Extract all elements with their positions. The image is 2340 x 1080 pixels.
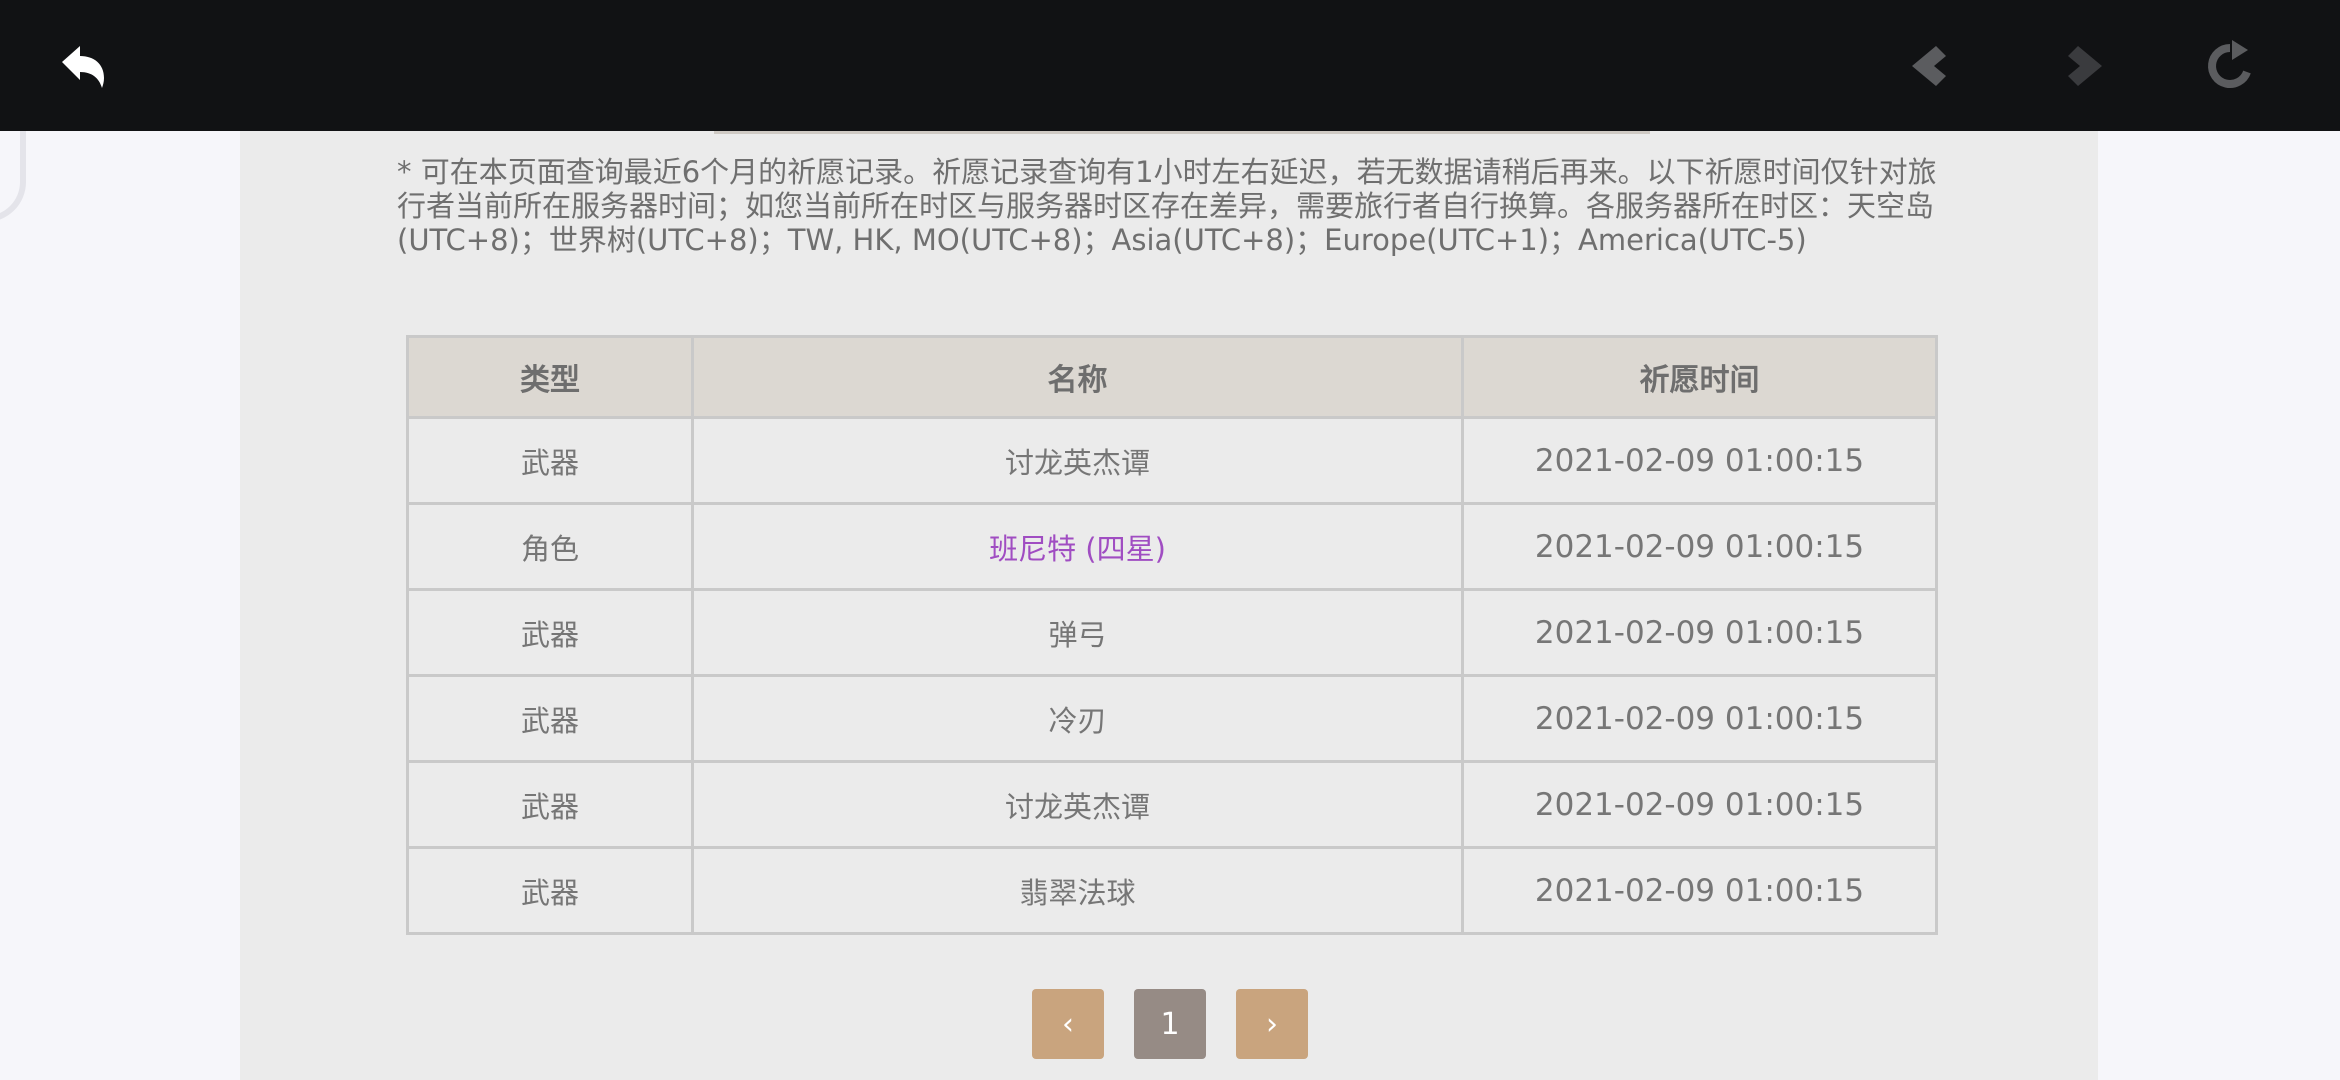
back-button[interactable] bbox=[48, 32, 116, 100]
diamond-back-icon bbox=[1912, 46, 1946, 86]
cell-time: 2021-02-09 01:00:15 bbox=[1461, 416, 1938, 505]
wish-history-panel: * 可在本页面查询最近6个月的祈愿记录。祈愿记录查询有1小时左右延迟，若无数据请… bbox=[240, 131, 2098, 1080]
cell-time: 2021-02-09 01:00:15 bbox=[1461, 760, 1938, 849]
tab-underline bbox=[714, 131, 1650, 134]
browser-toolbar bbox=[0, 0, 2340, 131]
next-page-button[interactable]: › bbox=[1236, 989, 1308, 1059]
table-row: 武器 翡翠法球 2021-02-09 01:00:15 bbox=[406, 846, 1938, 935]
cell-type: 武器 bbox=[406, 416, 694, 505]
current-page-indicator[interactable]: 1 bbox=[1134, 989, 1206, 1059]
header-time: 祈愿时间 bbox=[1461, 335, 1938, 419]
table-row: 武器 弹弓 2021-02-09 01:00:15 bbox=[406, 588, 1938, 677]
cell-name: 讨龙英杰谭 bbox=[691, 416, 1464, 505]
cell-time: 2021-02-09 01:00:15 bbox=[1461, 588, 1938, 677]
reload-icon bbox=[2208, 40, 2251, 88]
reload-button[interactable] bbox=[2196, 32, 2264, 100]
header-name: 名称 bbox=[691, 335, 1464, 419]
undo-arrow-icon bbox=[62, 46, 104, 88]
diamond-forward-icon bbox=[2068, 46, 2102, 86]
cell-type: 武器 bbox=[406, 760, 694, 849]
page-back-button[interactable] bbox=[1900, 32, 1968, 100]
table-row: 角色 班尼特 (四星) 2021-02-09 01:00:15 bbox=[406, 502, 1938, 591]
prev-page-button[interactable]: ‹ bbox=[1032, 989, 1104, 1059]
table-header-row: 类型 名称 祈愿时间 bbox=[406, 335, 1938, 419]
cell-type: 角色 bbox=[406, 502, 694, 591]
header-type: 类型 bbox=[406, 335, 694, 419]
table-row: 武器 讨龙英杰谭 2021-02-09 01:00:15 bbox=[406, 416, 1938, 505]
cell-type: 武器 bbox=[406, 588, 694, 677]
page-forward-button[interactable] bbox=[2046, 32, 2114, 100]
pagination: ‹ 1 › bbox=[1032, 989, 1308, 1059]
cell-type: 武器 bbox=[406, 846, 694, 935]
cell-name: 冷刃 bbox=[691, 674, 1464, 763]
wish-history-table: 类型 名称 祈愿时间 武器 讨龙英杰谭 2021-02-09 01:00:15 … bbox=[406, 335, 1938, 935]
cell-time: 2021-02-09 01:00:15 bbox=[1461, 502, 1938, 591]
cell-time: 2021-02-09 01:00:15 bbox=[1461, 846, 1938, 935]
table-row: 武器 冷刃 2021-02-09 01:00:15 bbox=[406, 674, 1938, 763]
cell-time: 2021-02-09 01:00:15 bbox=[1461, 674, 1938, 763]
cell-name: 讨龙英杰谭 bbox=[691, 760, 1464, 849]
cell-type: 武器 bbox=[406, 674, 694, 763]
cell-name: 弹弓 bbox=[691, 588, 1464, 677]
cell-name: 翡翠法球 bbox=[691, 846, 1464, 935]
table-row: 武器 讨龙英杰谭 2021-02-09 01:00:15 bbox=[406, 760, 1938, 849]
notice-text: * 可在本页面查询最近6个月的祈愿记录。祈愿记录查询有1小时左右延迟，若无数据请… bbox=[397, 155, 1937, 257]
cell-name-four-star: 班尼特 (四星) bbox=[691, 502, 1464, 591]
